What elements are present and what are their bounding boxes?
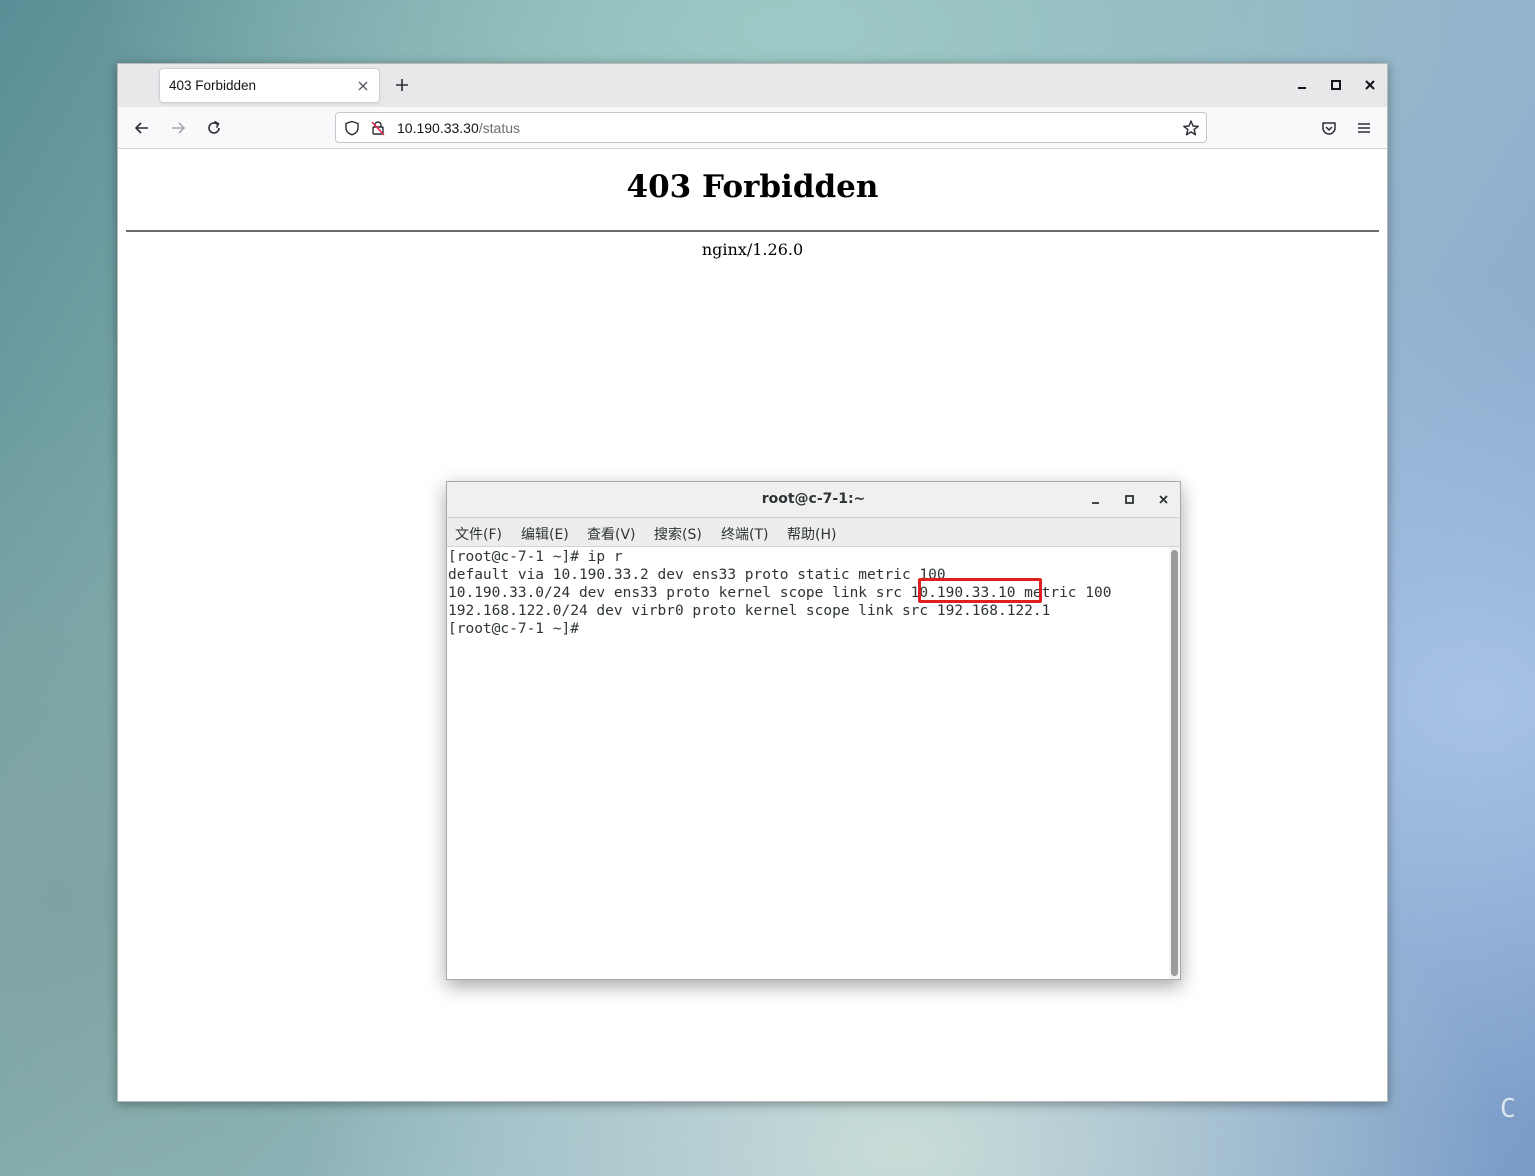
desktop-corner-text: C [1500, 1094, 1516, 1124]
url-text[interactable]: 10.190.33.30/status [397, 120, 520, 136]
terminal-menubar: 文件(F) 编辑(E) 查看(V) 搜索(S) 终端(T) 帮助(H) [447, 518, 1180, 547]
insecure-lock-icon[interactable] [370, 120, 386, 136]
terminal-line: [root@c-7-1 ~]# ip r [448, 549, 623, 565]
close-tab-icon[interactable] [356, 79, 370, 93]
url-host: 10.190.33.30 [397, 120, 479, 136]
minimize-icon[interactable] [1295, 78, 1309, 92]
divider [126, 230, 1379, 232]
maximize-icon[interactable] [1329, 78, 1343, 92]
ip-highlight-annotation [918, 578, 1042, 603]
server-signature: nginx/1.26.0 [701, 240, 804, 259]
tab-bar: 403 Forbidden [118, 64, 1387, 107]
terminal-title: root@c-7-1:~ [761, 491, 866, 507]
menu-file[interactable]: 文件(F) [455, 524, 502, 544]
navigation-toolbar: 10.190.33.30/status [118, 107, 1387, 149]
bookmark-star-icon[interactable] [1182, 119, 1200, 137]
tab-active[interactable]: 403 Forbidden [159, 68, 380, 103]
new-tab-icon[interactable] [394, 77, 410, 93]
hamburger-menu-icon[interactable] [1355, 119, 1373, 137]
back-arrow-icon[interactable] [133, 119, 151, 137]
reload-icon[interactable] [205, 119, 223, 137]
menu-search[interactable]: 搜索(S) [654, 524, 702, 544]
menu-terminal[interactable]: 终端(T) [721, 524, 768, 544]
menu-help[interactable]: 帮助(H) [787, 524, 836, 544]
terminal-scrollbar[interactable] [1169, 547, 1180, 979]
pocket-icon[interactable] [1320, 119, 1338, 137]
terminal-line: 192.168.122.0/24 dev virbr0 proto kernel… [448, 603, 1051, 619]
terminal-minimize-icon[interactable] [1089, 493, 1102, 506]
menu-edit[interactable]: 编辑(E) [521, 524, 569, 544]
forward-arrow-icon[interactable] [169, 119, 187, 137]
address-bar[interactable]: 10.190.33.30/status [335, 112, 1207, 143]
terminal-maximize-icon[interactable] [1123, 493, 1136, 506]
terminal-line: default via 10.190.33.2 dev ens33 proto … [448, 567, 946, 583]
terminal-close-icon[interactable] [1157, 493, 1170, 506]
close-window-icon[interactable] [1363, 78, 1377, 92]
terminal-titlebar[interactable]: root@c-7-1:~ [447, 482, 1180, 518]
menu-view[interactable]: 查看(V) [587, 524, 636, 544]
scrollbar-thumb[interactable] [1171, 550, 1178, 976]
terminal-output[interactable]: [root@c-7-1 ~]# ip r default via 10.190.… [447, 547, 1169, 979]
terminal-line: [root@c-7-1 ~]# [448, 621, 579, 637]
url-path: /status [478, 120, 520, 136]
shield-icon[interactable] [344, 120, 360, 136]
page-title: 403 Forbidden [626, 169, 879, 205]
tab-title: 403 Forbidden [169, 78, 257, 93]
terminal-window: root@c-7-1:~ 文件(F) 编辑(E) 查看(V) 搜索(S) 终端(… [446, 481, 1181, 980]
